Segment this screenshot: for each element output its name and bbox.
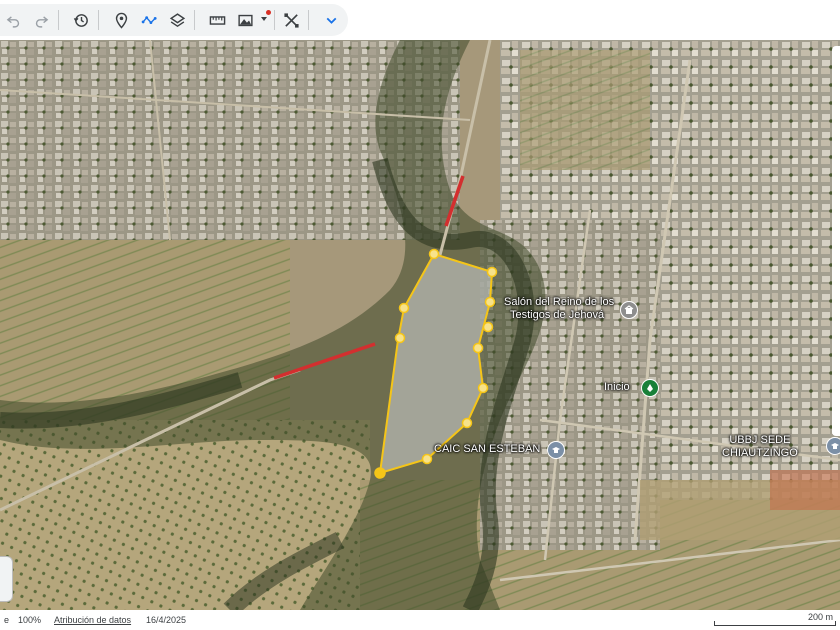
measure-button[interactable]	[206, 9, 228, 31]
salon-pin[interactable]	[620, 301, 638, 319]
zoom-level: 100%	[18, 615, 42, 625]
map-style-button[interactable]	[234, 9, 256, 31]
redo-button[interactable]	[30, 9, 52, 31]
tools-icon	[283, 12, 299, 28]
statusbar-edge-text: e	[4, 615, 10, 625]
inicio-label[interactable]: Inicio	[604, 381, 630, 394]
historical-imagery-button[interactable]	[70, 9, 92, 31]
layers-button[interactable]	[166, 9, 188, 31]
redo-icon	[35, 15, 48, 28]
undo-icon	[6, 15, 19, 28]
ubbj-label[interactable]: UBBJ SEDE CHIAUTZINGO	[722, 434, 798, 460]
school-icon	[552, 447, 560, 453]
data-attribution-link[interactable]: Atribución de datos	[54, 615, 131, 625]
satellite-map[interactable]: Salón del Reino de los Testigos de Jehov…	[0, 40, 840, 610]
tools-button[interactable]	[280, 9, 302, 31]
add-path-button[interactable]	[138, 9, 160, 31]
salon-label[interactable]: Salón del Reino de los Testigos de Jehov…	[504, 296, 614, 322]
chevron-down-icon	[326, 17, 336, 24]
toolbar-divider	[58, 10, 59, 30]
school-icon	[831, 443, 839, 449]
ubbj-pin[interactable]	[826, 437, 840, 455]
side-panel-handle[interactable]	[0, 556, 13, 602]
layers-icon	[169, 12, 185, 27]
inicio-pin[interactable]	[641, 379, 659, 397]
toolbar	[0, 0, 840, 40]
path-icon	[141, 15, 157, 24]
right-panel-edge[interactable]	[832, 46, 840, 436]
notification-dot	[266, 10, 271, 15]
toolbar-divider	[308, 10, 309, 30]
undo-button[interactable]	[2, 9, 24, 31]
map-style-caret[interactable]	[261, 17, 267, 21]
satellite-imagery	[0, 40, 840, 610]
toolbar-divider	[98, 10, 99, 30]
imagery-date: 16/4/2025	[146, 615, 187, 625]
status-bar: e 100% Atribución de datos 16/4/2025 200…	[0, 610, 840, 630]
caic-label[interactable]: CAIC SAN ESTEBAN	[434, 443, 540, 456]
placemark-icon	[115, 12, 127, 29]
landscape-icon	[237, 14, 253, 26]
toolbar-divider	[194, 10, 195, 30]
pin-icon	[647, 384, 653, 392]
add-placemark-button[interactable]	[110, 9, 132, 31]
history-icon	[73, 13, 88, 27]
scale-bar	[714, 621, 836, 626]
caic-pin[interactable]	[547, 441, 565, 459]
toolbar-divider	[274, 10, 275, 30]
ruler-icon	[209, 15, 225, 25]
expand-menu-button[interactable]	[320, 9, 342, 31]
building-icon	[624, 305, 634, 314]
